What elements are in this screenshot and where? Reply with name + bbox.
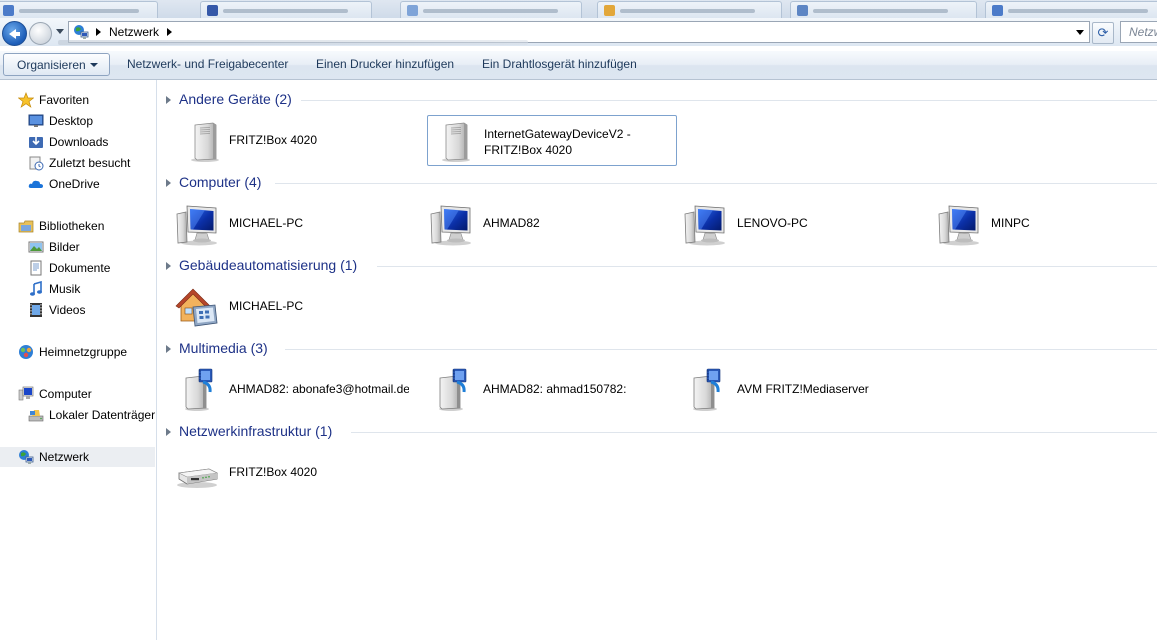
hard-drive-icon xyxy=(28,410,44,422)
media-server-icon xyxy=(431,368,475,412)
nav-item-network[interactable]: Netzwerk xyxy=(0,447,155,467)
computer-icon xyxy=(18,386,34,401)
add-wireless-device-button[interactable]: Ein Drahtlosgerät hinzufügen xyxy=(482,57,637,71)
browser-tab-strip xyxy=(0,0,1157,18)
command-bar: Organisieren Netzwerk- und Freigabecente… xyxy=(0,51,1157,80)
favicon-icon xyxy=(407,5,418,16)
browser-tab[interactable] xyxy=(985,1,1157,18)
device-tower-icon xyxy=(434,119,478,163)
browser-tab[interactable] xyxy=(597,1,782,18)
pictures-icon xyxy=(28,241,44,253)
network-center-button[interactable]: Netzwerk- und Freigabecenter xyxy=(127,57,288,71)
nav-item-computer[interactable]: Computer xyxy=(0,384,156,404)
nav-item-libraries[interactable]: Bibliotheken xyxy=(0,216,156,236)
group-header-building-automation[interactable]: Gebäudeautomatisierung (1) xyxy=(157,256,1157,276)
chevron-right-icon[interactable] xyxy=(96,28,101,36)
nav-item-downloads[interactable]: Downloads xyxy=(0,132,156,152)
documents-icon xyxy=(30,260,42,276)
chevron-right-icon[interactable] xyxy=(166,96,171,104)
router-item[interactable]: FRITZ!Box 4020 xyxy=(165,448,417,498)
recent-pages-dropdown-icon[interactable] xyxy=(56,29,64,34)
downloads-icon xyxy=(29,137,43,148)
homegroup-icon xyxy=(19,345,33,359)
group-header-multimedia[interactable]: Multimedia (3) xyxy=(157,339,1157,359)
smart-home-icon xyxy=(175,285,219,329)
breadcrumb-location[interactable]: Netzwerk xyxy=(109,25,159,39)
chevron-right-icon[interactable] xyxy=(166,428,171,436)
media-server-icon xyxy=(177,368,221,412)
media-server-item[interactable]: AHMAD82: ahmad150782: xyxy=(419,365,671,415)
nav-item-onedrive[interactable]: OneDrive xyxy=(0,174,156,194)
nav-item-homegroup[interactable]: Heimnetzgruppe xyxy=(0,342,156,362)
media-server-item[interactable]: AHMAD82: abonafe3@hotmail.de: xyxy=(165,365,417,415)
nav-item-videos[interactable]: Videos xyxy=(0,300,156,320)
chevron-right-icon[interactable] xyxy=(167,28,172,36)
nav-item-recent[interactable]: Zuletzt besucht xyxy=(0,153,156,173)
nav-item-pictures[interactable]: Bilder xyxy=(0,237,156,257)
group-header-network-infrastructure[interactable]: Netzwerkinfrastruktur (1) xyxy=(157,422,1157,442)
media-server-item[interactable]: AVM FRITZ!Mediaserver xyxy=(673,365,925,415)
navigation-pane: Favoriten Desktop Downloads Zuletzt besu… xyxy=(0,80,157,640)
organize-button[interactable]: Organisieren xyxy=(3,53,110,76)
back-button[interactable] xyxy=(2,21,27,46)
favicon-icon xyxy=(3,5,14,16)
favicon-icon xyxy=(207,5,218,16)
chevron-right-icon[interactable] xyxy=(166,345,171,353)
favicon-icon xyxy=(797,5,808,16)
star-icon xyxy=(18,92,34,108)
browser-tab[interactable] xyxy=(0,1,158,18)
computer-icon xyxy=(429,202,473,246)
network-icon xyxy=(18,449,34,465)
computer-item[interactable]: LENOVO-PC xyxy=(673,199,925,249)
library-icon xyxy=(18,220,34,233)
blurred-overlay-text xyxy=(58,40,528,45)
refresh-button[interactable]: ⟳ xyxy=(1092,22,1114,44)
favicon-icon xyxy=(992,5,1003,16)
search-input[interactable]: Netzw xyxy=(1120,21,1157,43)
chevron-down-icon xyxy=(90,63,98,67)
browser-tab[interactable] xyxy=(790,1,977,18)
building-automation-item[interactable]: MICHAEL-PC xyxy=(165,282,417,332)
device-tower-icon xyxy=(183,119,227,163)
group-header-other-devices[interactable]: Andere Geräte (2) xyxy=(157,90,1157,110)
nav-item-desktop[interactable]: Desktop xyxy=(0,111,156,131)
videos-icon xyxy=(30,303,42,317)
device-item[interactable]: InternetGatewayDeviceV2 - FRITZ!Box 4020 xyxy=(427,115,677,166)
computer-icon xyxy=(683,202,727,246)
forward-button[interactable] xyxy=(29,22,52,45)
computer-icon xyxy=(175,202,219,246)
chevron-right-icon[interactable] xyxy=(166,179,171,187)
cloud-icon xyxy=(28,180,43,188)
computer-icon xyxy=(937,202,981,246)
nav-item-music[interactable]: Musik xyxy=(0,279,156,299)
music-icon xyxy=(30,281,42,296)
media-server-icon xyxy=(685,368,729,412)
chevron-down-icon[interactable] xyxy=(1076,30,1084,35)
nav-item-favorites[interactable]: Favoriten xyxy=(0,90,156,110)
desktop-icon xyxy=(28,114,44,127)
nav-item-local-disk[interactable]: Lokaler Datenträger xyxy=(0,405,156,425)
browser-tab[interactable] xyxy=(200,1,372,18)
search-placeholder: Netzw xyxy=(1129,25,1157,39)
network-icon xyxy=(73,24,89,40)
chevron-right-icon[interactable] xyxy=(166,262,171,270)
favicon-icon xyxy=(604,5,615,16)
recent-places-icon xyxy=(29,156,44,171)
computer-item[interactable]: MINPC xyxy=(927,199,1157,249)
device-item[interactable]: FRITZ!Box 4020 xyxy=(165,116,417,166)
router-icon xyxy=(175,451,219,495)
nav-item-documents[interactable]: Dokumente xyxy=(0,258,156,278)
computer-item[interactable]: MICHAEL-PC xyxy=(165,199,417,249)
browser-tab[interactable] xyxy=(400,1,582,18)
content-pane: Andere Geräte (2) FRITZ!Box 4020 Interne… xyxy=(157,80,1157,640)
add-printer-button[interactable]: Einen Drucker hinzufügen xyxy=(316,57,454,71)
organize-label: Organisieren xyxy=(17,58,86,72)
group-header-computer[interactable]: Computer (4) xyxy=(157,173,1157,193)
computer-item[interactable]: AHMAD82 xyxy=(419,199,671,249)
